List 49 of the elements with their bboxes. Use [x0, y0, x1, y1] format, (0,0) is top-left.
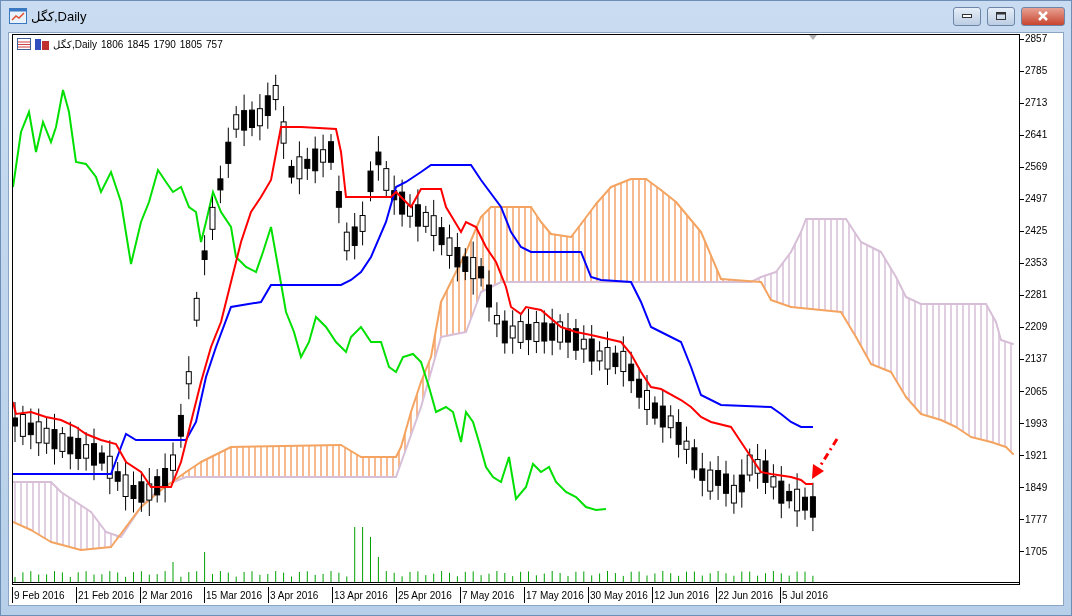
price-axis-label: 2641 — [1020, 129, 1048, 142]
date-axis-label: 30 May 2016 — [588, 587, 648, 603]
close-button[interactable] — [1021, 6, 1065, 26]
price-value: 1845 — [127, 38, 150, 50]
price-axis-label: 2065 — [1020, 385, 1048, 398]
price-value: 1790 — [153, 38, 176, 50]
symbol-label: کگل,Daily — [53, 38, 97, 50]
date-axis-label: 3 Apr 2016 — [268, 587, 319, 603]
price-axis-label: 1921 — [1020, 449, 1048, 462]
price-axis-label: 2353 — [1020, 257, 1048, 270]
price-axis-label: 1777 — [1020, 513, 1048, 526]
price-axis-label: 2209 — [1020, 321, 1048, 334]
date-axis-label: 21 Feb 2016 — [76, 587, 135, 603]
shift-marker-icon — [809, 35, 817, 40]
price-axis-label: 2425 — [1020, 225, 1048, 238]
close-icon — [1037, 11, 1049, 21]
date-axis-label: 25 Apr 2016 — [396, 587, 452, 603]
window-title: کگل,Daily — [31, 8, 87, 24]
price-axis-label: 2281 — [1020, 289, 1048, 302]
restore-icon — [996, 12, 1006, 20]
price-axis-label: 2713 — [1020, 97, 1048, 110]
date-axis-label: 9 Feb 2016 — [12, 587, 65, 603]
arrow-icon — [812, 438, 839, 479]
price-axis-label: 1705 — [1020, 545, 1048, 558]
date-axis-label: 5 Jul 2016 — [780, 587, 829, 603]
minimize-button[interactable] — [953, 6, 981, 26]
price-axis-label: 2857 — [1020, 33, 1048, 45]
price-axis-label: 2137 — [1020, 353, 1048, 366]
candlestick — [193, 291, 200, 328]
price-axis-label: 1993 — [1020, 417, 1048, 430]
price-value: 757 — [206, 38, 223, 50]
minimize-icon — [962, 14, 972, 18]
date-axis-label: 15 Mar 2016 — [204, 587, 263, 603]
date-axis-label: 13 Apr 2016 — [332, 587, 388, 603]
price-axis-label: 1849 — [1020, 481, 1048, 494]
price-value: 1806 — [101, 38, 124, 50]
date-axis-label: 22 Jun 2016 — [716, 587, 774, 603]
date-axis-label: 2 Mar 2016 — [140, 587, 193, 603]
indicator-icon — [35, 38, 49, 50]
chart-window-icon — [9, 8, 27, 24]
candlestick — [185, 355, 192, 400]
date-axis-label: 12 Jun 2016 — [652, 587, 710, 603]
price-axis-label: 2497 — [1020, 193, 1048, 206]
restore-button[interactable] — [987, 6, 1015, 26]
date-axis-label: 17 May 2016 — [524, 587, 584, 603]
price-value: 1805 — [179, 38, 202, 50]
date-axis-label: 7 May 2016 — [460, 587, 515, 603]
price-axis-label: 2785 — [1020, 65, 1048, 78]
price-axis-label: 2569 — [1020, 161, 1048, 174]
